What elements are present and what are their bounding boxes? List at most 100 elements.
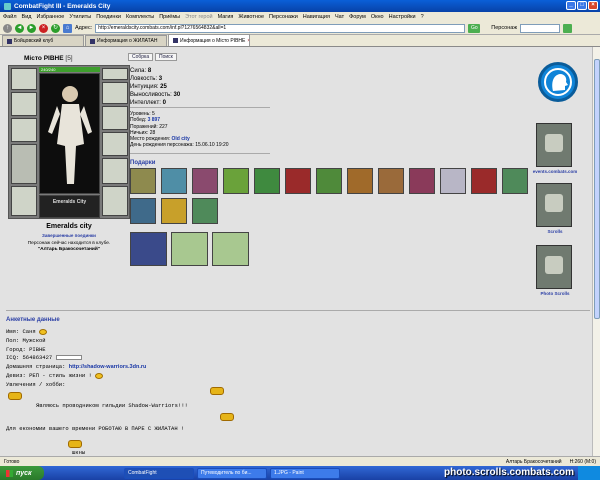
q-hobby: Увлечения / хобби:	[6, 380, 66, 388]
tab-close-icon[interactable]: ×	[247, 38, 249, 44]
menu-characters[interactable]: Персонажи	[269, 14, 298, 20]
collection-button[interactable]: Собрка	[128, 53, 154, 61]
menu-help[interactable]: ?	[421, 14, 424, 20]
gift-item[interactable]	[130, 168, 156, 194]
scrolls-flag-icon[interactable]	[536, 183, 572, 227]
status-bar: Готово Алтарь Бракосочетаний H:260 (M:0)	[0, 456, 600, 466]
forward-icon[interactable]: ►	[27, 23, 36, 33]
menu-this-hero: Этот герой	[185, 14, 213, 20]
up-icon[interactable]: ↑	[3, 23, 12, 33]
ring-slot-2[interactable]	[102, 132, 128, 156]
taskbar-item-combatfight[interactable]: CombatFight	[124, 467, 194, 479]
homepage-link[interactable]: http://shadow-warriors.3dn.ru	[69, 364, 147, 370]
character-stats: Сила: 8 Ловкость: 3 Интуиция: 25 Выносли…	[130, 67, 180, 107]
maximize-button[interactable]: □	[577, 1, 587, 10]
refresh-icon[interactable]: ↻	[51, 23, 60, 33]
close-button[interactable]: ×	[588, 1, 598, 10]
gift-item[interactable]	[378, 168, 404, 194]
character-location: Персонаж сейчас находится в клубе. "Алта…	[8, 241, 130, 253]
hp-value: 240/240	[41, 67, 56, 72]
stat-intellect: Интеллект: 0	[130, 100, 166, 106]
menu-bar: Файл Вид Избранное Утилиты Поединки Комп…	[0, 12, 600, 22]
earring-slot[interactable]	[11, 92, 37, 116]
gift-item[interactable]	[254, 168, 280, 194]
stop-icon[interactable]: ×	[39, 23, 48, 33]
menu-favorites[interactable]: Избранное	[36, 14, 64, 20]
scrollbar-thumb[interactable]	[594, 59, 600, 319]
gloves-slot[interactable]	[102, 82, 128, 104]
gift-item[interactable]	[316, 168, 342, 194]
address-input[interactable]: http://emeraldscity.combats.com/inf.pl?1…	[95, 23, 466, 33]
start-button[interactable]: пуск	[0, 466, 44, 480]
smile-icon	[39, 328, 48, 335]
gift-large-item[interactable]	[130, 232, 167, 266]
go-button[interactable]: Go	[468, 23, 481, 33]
necklace-slot[interactable]	[11, 118, 37, 142]
gift-item[interactable]	[440, 168, 466, 194]
menu-sets[interactable]: Комплекты	[126, 14, 154, 20]
address-bar: ↑ ◄ ► × ↻ ⌂ Адрес: http://emeraldscity.c…	[0, 22, 600, 35]
menu-view[interactable]: Вид	[22, 14, 32, 20]
gift-item[interactable]	[502, 168, 528, 194]
gift-large-item[interactable]	[171, 232, 208, 266]
character-search-input[interactable]	[520, 23, 560, 33]
shield-slot[interactable]	[102, 158, 128, 184]
character-search-label: Персонаж	[491, 25, 517, 31]
menu-magic[interactable]: Магия	[218, 14, 234, 20]
boots-slot[interactable]	[102, 186, 128, 216]
menu-forum[interactable]: Форум	[349, 14, 366, 20]
menu-window[interactable]: Окно	[371, 14, 384, 20]
completed-fights-link[interactable]: Завершенные поединки	[8, 233, 130, 238]
vertical-scrollbar[interactable]	[592, 47, 600, 456]
profile-silhouette-icon[interactable]	[538, 62, 578, 102]
status-room: Алтарь Бракосочетаний	[505, 458, 562, 465]
character-level: [5]	[65, 55, 73, 62]
info-divider	[130, 153, 270, 154]
weapon-slot[interactable]	[11, 144, 37, 184]
back-icon[interactable]: ◄	[15, 23, 24, 33]
helmet-slot[interactable]	[11, 68, 37, 90]
gift-item[interactable]	[409, 168, 435, 194]
taskbar-item-paint[interactable]: 1.JPG - Paint	[270, 467, 340, 479]
location-room: "Алтарь Бракосочетаний"	[37, 247, 101, 252]
character-city: Emeralds city	[46, 223, 92, 230]
menu-animal[interactable]: Животное	[238, 14, 264, 20]
gift-item[interactable]	[161, 168, 187, 194]
gift-item[interactable]	[161, 198, 187, 224]
search-button[interactable]: Поиск	[155, 53, 177, 61]
gift-item[interactable]	[223, 168, 249, 194]
events-link[interactable]: events.combats.com	[532, 169, 578, 174]
menu-file[interactable]: Файл	[3, 14, 17, 20]
menu-settings[interactable]: Настройки	[389, 14, 416, 20]
gift-item[interactable]	[347, 168, 373, 194]
menu-fights[interactable]: Поединки	[96, 14, 121, 20]
menu-techniques[interactable]: Приёмы	[159, 14, 180, 20]
gift-item[interactable]	[192, 198, 218, 224]
taskbar-item-guide[interactable]: Путеводитель по би...	[197, 467, 267, 479]
gift-item[interactable]	[130, 198, 156, 224]
mini-slot-1[interactable]	[102, 68, 128, 80]
tab-info-zhilatan[interactable]: Информация о ЖИЛАТАН	[85, 35, 167, 46]
armor-slot[interactable]	[11, 186, 37, 216]
gift-item[interactable]	[471, 168, 497, 194]
photo-scrolls-link[interactable]: Photo Scrolls	[532, 291, 578, 296]
gift-large-item[interactable]	[212, 232, 249, 266]
info-birthday: День рождения персонажа: 15.06.10 19:20	[130, 142, 229, 149]
emoticon-icon	[68, 440, 82, 448]
photo-scrolls-flag-icon[interactable]	[536, 245, 572, 289]
home-icon[interactable]: ⌂	[63, 23, 72, 33]
menu-chat[interactable]: Чат	[335, 14, 344, 20]
tab-fight-club[interactable]: Бойцовский клуб	[2, 35, 84, 46]
ring-slot-1[interactable]	[102, 106, 128, 130]
events-flag-icon[interactable]	[536, 123, 572, 167]
head-silhouette-icon	[544, 68, 572, 96]
scrolls-link[interactable]: Scrolls	[532, 229, 578, 234]
menu-utilities[interactable]: Утилиты	[69, 14, 91, 20]
minimize-button[interactable]: _	[566, 1, 576, 10]
menu-navigation[interactable]: Навигация	[303, 14, 330, 20]
gift-item[interactable]	[285, 168, 311, 194]
search-go-button[interactable]	[563, 23, 572, 33]
tab-info-misto-rivne[interactable]: Информация о Місто РІВНЕ ×	[168, 34, 250, 46]
gift-item[interactable]	[192, 168, 218, 194]
status-hp: H:260 (M:0)	[569, 458, 596, 465]
